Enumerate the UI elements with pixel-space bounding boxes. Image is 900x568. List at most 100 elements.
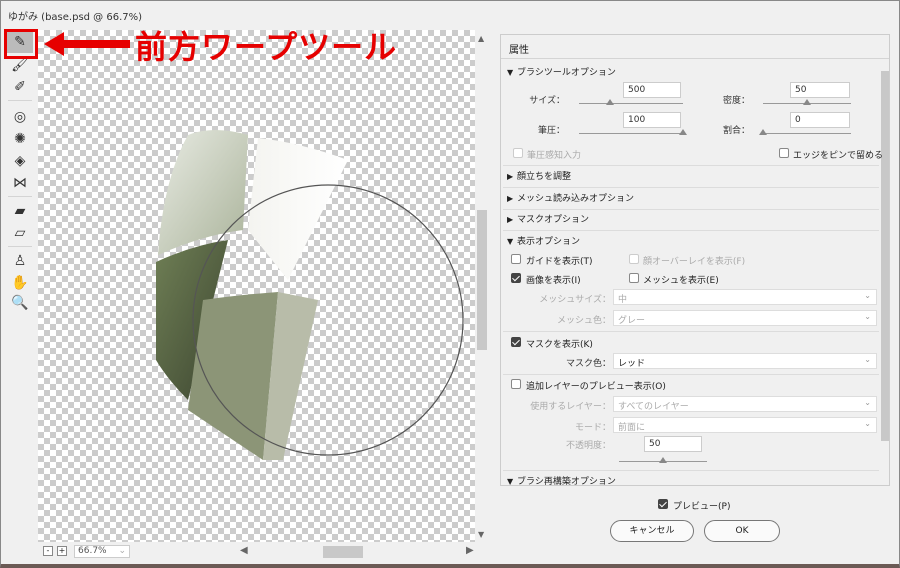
section-brush-options[interactable]: ▼ ブラシツールオプション [507,65,616,78]
cancel-button[interactable]: キャンセル [610,520,694,542]
show-mask-label: マスクを表示(K) [526,340,593,350]
guides-checkbox[interactable] [511,254,521,264]
zoom-in-button[interactable]: + [57,546,67,556]
toolbar: ✎ 🖌 ✐ ◎ ✺ ◈ ⋈ ▰ ▱ ♙ ✋ 🔍 [4,30,36,560]
mesh-size-select[interactable]: 中 ⌄ [613,289,877,305]
twirl-icon[interactable]: ◎ [7,106,33,128]
backdrop-label: 追加レイヤーのプレビュー表示(O) [526,382,666,392]
pressure-input[interactable]: 100 [623,112,681,128]
zoom-out-button[interactable]: - [43,546,53,556]
mesh-color-select[interactable]: グレー ⌄ [613,310,877,326]
guides-label: ガイドを表示(T) [526,257,593,267]
scroll-up-icon[interactable]: ▲ [478,34,484,43]
size-label: サイズ： [529,96,565,106]
stylus-checkbox[interactable] [513,148,523,158]
use-layer-select[interactable]: すべてのレイヤー ⌄ [613,396,877,412]
mesh-color-label: メッシュ色： [556,316,611,326]
divider [503,331,879,332]
smooth-brush-icon[interactable]: ✐ [7,76,33,98]
section-mesh-load[interactable]: ▶ メッシュ読み込みオプション [507,191,634,204]
face-icon[interactable]: ♙ [7,250,33,272]
use-layer-label: 使用するレイヤー： [530,402,611,412]
select-value: グレー [618,316,646,326]
preview-label: プレビュー(P) [673,502,731,512]
section-label: マスクオプション [517,215,590,225]
zoom-select[interactable]: 66.7% ⌄ [74,545,130,558]
magnifier-icon[interactable]: 🔍 [7,292,33,314]
mask-color-select[interactable]: レッド ⌄ [613,353,877,369]
face-overlay-label: 顔オーバーレイを表示(F) [643,257,746,267]
opacity-slider[interactable] [619,457,707,463]
pucker-icon[interactable]: ✺ [7,128,33,150]
chevron-down-icon: ⌄ [864,355,871,364]
section-label: ブラシ再構築オプション [517,477,616,487]
freeze-mask-icon[interactable]: ▰ [7,200,33,222]
density-slider[interactable] [763,99,851,105]
backdrop-checkbox[interactable] [511,379,521,389]
zoom-value: 66.7% [78,546,107,556]
opacity-label: 不透明度： [565,441,611,451]
pressure-label: 筆圧： [537,126,565,136]
size-input[interactable]: 500 [623,82,681,98]
ok-button[interactable]: OK [704,520,780,542]
section-label: 顔立ちを調整 [517,172,572,182]
rate-slider[interactable] [759,129,851,135]
divider [8,246,32,247]
show-mask-checkbox[interactable] [511,337,521,347]
divider [503,209,879,210]
thaw-mask-icon[interactable]: ▱ [7,222,33,244]
section-brush-reconstruct[interactable]: ▼ ブラシ再構築オプション [507,474,616,487]
hand-icon[interactable]: ✋ [7,272,33,294]
annotation-label: 前方ワープツール [135,28,398,66]
scroll-down-icon[interactable]: ▼ [478,530,484,539]
slider-thumb[interactable] [759,129,767,135]
select-value: 中 [618,295,628,305]
slider-thumb[interactable] [803,99,811,105]
image-label: 画像を表示(I) [526,276,581,286]
size-slider[interactable] [579,99,683,105]
stylus-label: 筆圧感知入力 [527,151,582,161]
density-input[interactable]: 50 [790,82,850,98]
panel-scroll-thumb[interactable] [881,71,889,441]
section-face[interactable]: ▶ 顔立ちを調整 [507,169,571,182]
window-title: ゆがみ (base.psd @ 66.7%) [8,12,143,23]
preview-canvas[interactable] [38,30,475,542]
pin-edges-checkbox[interactable] [779,148,789,158]
mesh-checkbox[interactable] [629,273,639,283]
mode-label: モード： [574,423,611,433]
image-checkbox[interactable] [511,273,521,283]
horizontal-scroll-thumb[interactable] [323,546,363,558]
divider [8,100,32,101]
rate-input[interactable]: 0 [790,112,850,128]
mode-select[interactable]: 前面に ⌄ [613,417,877,433]
chevron-down-icon: ⌄ [118,546,126,556]
section-view-options[interactable]: ▼ 表示オプション [507,234,580,247]
opacity-input[interactable]: 50 [644,436,702,452]
properties-panel: 属性 ▼ ブラシツールオプション サイズ： 500 密度： 50 筆圧： 100 … [500,34,890,487]
face-overlay-checkbox[interactable] [629,254,639,264]
scroll-left-icon[interactable]: ◀ [240,545,248,556]
pressure-slider[interactable] [579,129,687,135]
mesh-size-label: メッシュサイズ： [539,295,611,305]
push-left-icon[interactable]: ⋈ [7,172,33,194]
slider-thumb[interactable] [659,457,667,463]
slider-thumb[interactable] [679,129,687,135]
chevron-down-icon: ⌄ [864,398,871,407]
divider [503,374,879,375]
bloat-icon[interactable]: ◈ [7,150,33,172]
highlight-box [4,29,38,59]
scroll-right-icon[interactable]: ▶ [466,545,474,556]
chevron-down-icon: ⌄ [864,291,871,300]
canvas-footer: - + 66.7% ⌄ ◀ ▶ [38,543,490,561]
section-label: ブラシツールオプション [517,68,616,78]
divider [503,230,879,231]
divider [503,470,879,471]
panel-title: 属性 [501,35,889,59]
warped-image [156,130,464,460]
slider-thumb[interactable] [606,99,615,105]
vertical-scroll-thumb[interactable] [477,210,487,350]
mask-color-label: マスク色： [565,359,611,369]
section-mask-options[interactable]: ▶ マスクオプション [507,212,589,225]
pin-edges-label: エッジをピンで留める [793,151,884,161]
preview-checkbox[interactable] [658,499,668,509]
